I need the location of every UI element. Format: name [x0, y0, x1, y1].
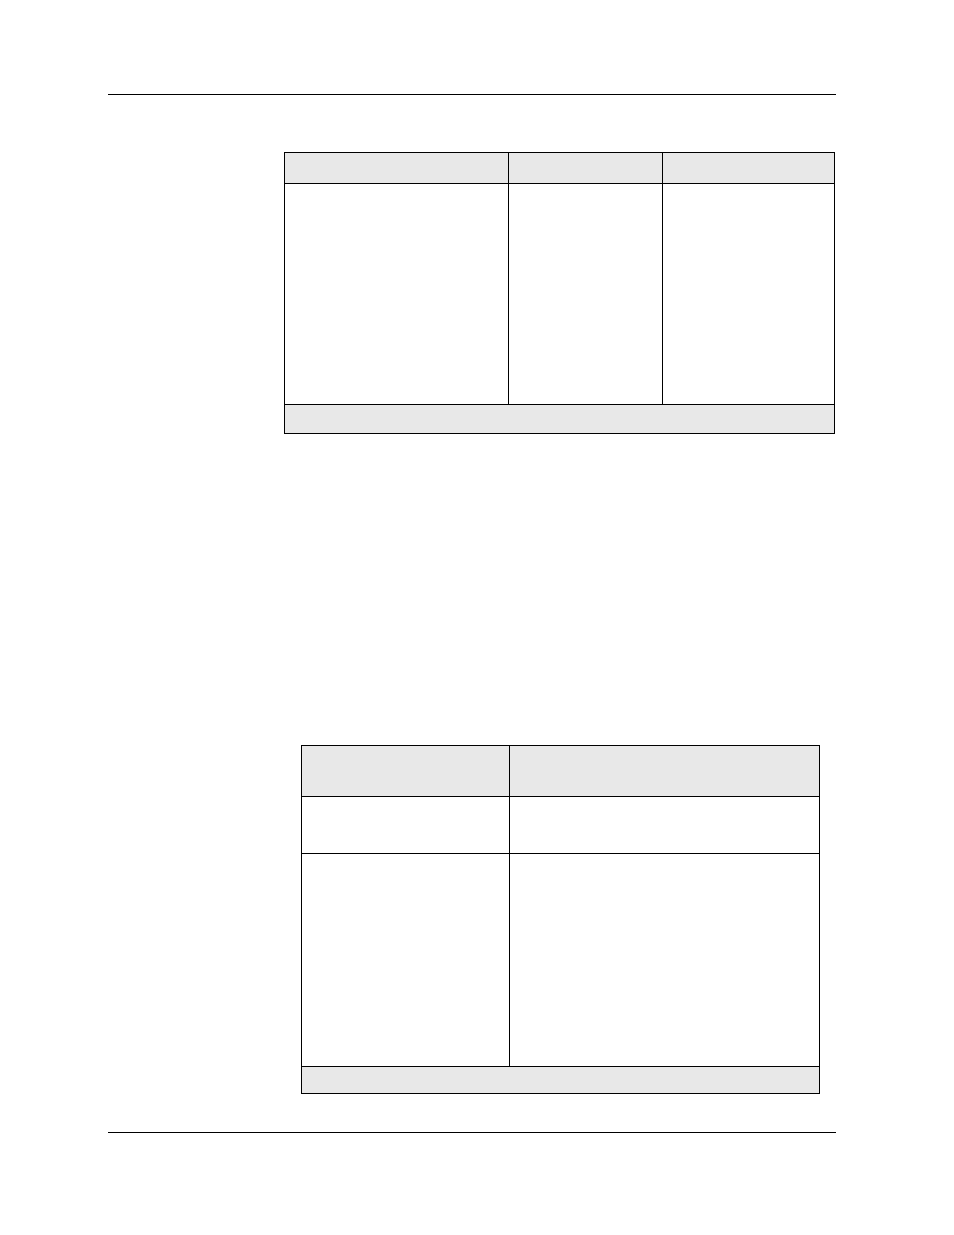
table-row — [302, 797, 820, 854]
table-cell — [285, 184, 509, 405]
table-header-cell — [509, 153, 663, 184]
table-2 — [301, 745, 820, 1094]
table-cell — [509, 184, 663, 405]
table-header-cell — [510, 746, 820, 797]
table-header-cell — [663, 153, 835, 184]
table-row — [285, 184, 835, 405]
table-row — [285, 405, 835, 434]
table-1 — [284, 152, 835, 434]
table-row — [302, 854, 820, 1067]
divider-bottom — [108, 1132, 836, 1133]
table-cell — [302, 797, 510, 854]
table-cell — [663, 184, 835, 405]
table-header-cell — [285, 153, 509, 184]
table-footer-cell — [302, 1067, 820, 1094]
table-footer-cell — [285, 405, 835, 434]
table-cell — [510, 797, 820, 854]
table-header-cell — [302, 746, 510, 797]
table-cell — [510, 854, 820, 1067]
table-row — [285, 153, 835, 184]
divider-top — [108, 94, 836, 95]
table-row — [302, 746, 820, 797]
table-cell — [302, 854, 510, 1067]
table-row — [302, 1067, 820, 1094]
